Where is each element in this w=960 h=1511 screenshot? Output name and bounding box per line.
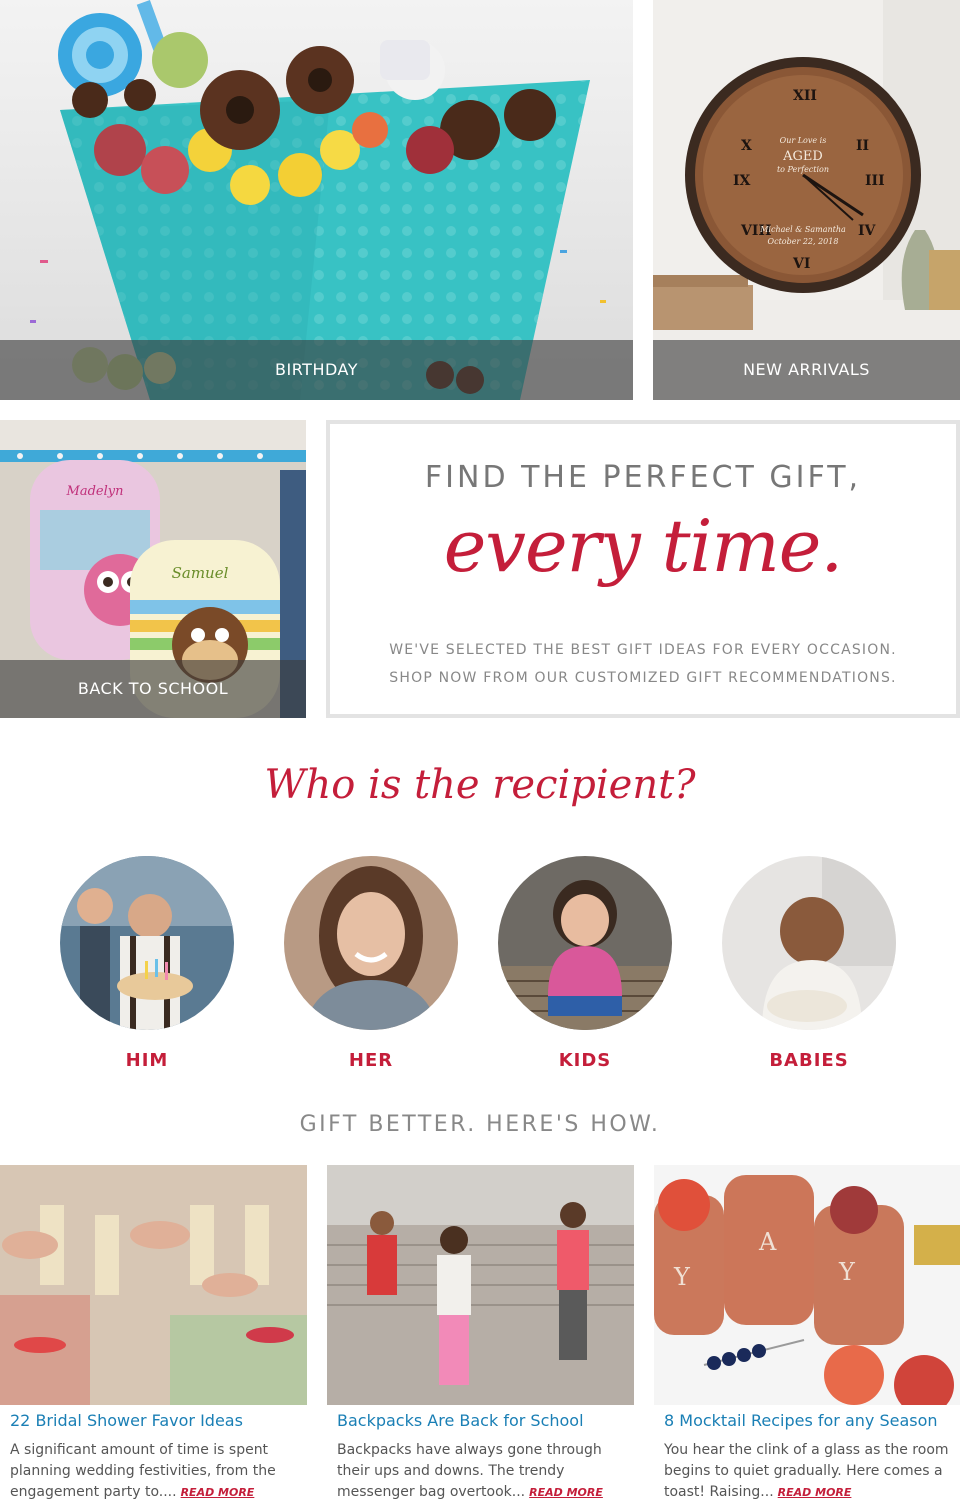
new-arrivals-caption: NEW ARRIVALS — [653, 340, 960, 400]
recipient-kids-label: KIDS — [558, 1050, 612, 1071]
promo-script-tagline: every time. — [443, 504, 844, 588]
recipient-him[interactable]: HIM — [60, 856, 234, 1071]
champagne-toast-image[interactable] — [0, 1165, 307, 1405]
promo-subtext-line1: WE'VE SELECTED THE BEST GIFT IDEAS FOR E… — [389, 642, 897, 658]
birthday-caption: BIRTHDAY — [0, 340, 633, 400]
article-excerpt-mocktails: You hear the clink of a glass as the roo… — [654, 1440, 960, 1503]
article-title-backpacks[interactable]: Backpacks Are Back for School — [327, 1411, 634, 1430]
kids-running-image[interactable] — [327, 1165, 634, 1405]
svg-text:VI: VI — [792, 256, 810, 272]
mocktail-glasses-image[interactable]: A Y Y — [654, 1165, 960, 1405]
clock-engraving-line2: AGED — [782, 149, 823, 164]
article-title-bridal[interactable]: 22 Bridal Shower Favor Ideas — [0, 1411, 307, 1430]
recipient-her-label: HER — [348, 1050, 394, 1071]
clock-engraving-date: October 22, 2018 — [768, 237, 839, 246]
svg-text:III: III — [865, 173, 885, 189]
recipient-babies-label: BABIES — [769, 1050, 849, 1071]
svg-text:A: A — [758, 1228, 777, 1256]
article-card-backpacks: Backpacks Are Back for School Backpacks … — [327, 1165, 634, 1503]
svg-text:Y: Y — [838, 1258, 856, 1286]
recipient-her[interactable]: HER — [284, 856, 458, 1071]
article-card-bridal: 22 Bridal Shower Favor Ideas A significa… — [0, 1165, 307, 1503]
back-to-school-caption: BACK TO SCHOOL — [0, 660, 306, 718]
recipient-babies[interactable]: BABIES — [722, 856, 896, 1071]
svg-text:IX: IX — [733, 173, 751, 189]
svg-text:XII: XII — [793, 88, 817, 104]
article-excerpt-backpacks: Backpacks have always gone through their… — [327, 1440, 634, 1503]
read-more-link[interactable]: READ MORE — [778, 1486, 852, 1499]
recipient-him-label: HIM — [125, 1050, 169, 1071]
gift-tips-section-title: GIFT BETTER. HERE'S HOW. — [299, 1112, 661, 1137]
babies-photo — [722, 856, 896, 1030]
him-photo — [60, 856, 234, 1030]
recipient-section-title: Who is the recipient? — [264, 762, 696, 808]
promo-headline: FIND THE PERFECT GIFT, — [424, 460, 862, 495]
recipient-kids[interactable]: KIDS — [498, 856, 672, 1071]
svg-text:IV: IV — [858, 223, 877, 239]
read-more-link[interactable]: READ MORE — [181, 1486, 255, 1499]
svg-text:Y: Y — [673, 1263, 691, 1291]
svg-text:X: X — [741, 138, 752, 154]
article-excerpt-bridal: A significant amount of time is spent pl… — [0, 1440, 307, 1503]
clock-engraving-names: Michael & Samantha — [759, 225, 846, 234]
backpack-name-first: Madelyn — [66, 484, 124, 499]
svg-text:II: II — [856, 138, 869, 154]
clock-engraving-line1: Our Love is — [780, 136, 827, 145]
new-arrivals-category-tile[interactable]: XII X II IX III VIII IV VI Our Love is AGED t… — [653, 0, 960, 400]
birthday-category-tile[interactable]: BIRTHDAY — [0, 0, 633, 400]
read-more-link[interactable]: READ MORE — [529, 1486, 603, 1499]
article-title-mocktails[interactable]: 8 Mocktail Recipes for any Season — [654, 1411, 960, 1430]
clock-engraving-line3: to Perfection — [777, 165, 829, 174]
her-photo — [284, 856, 458, 1030]
backpack-name-second: Samuel — [172, 564, 229, 582]
article-card-mocktails: A Y Y 8 Mocktail Recipes for any Season … — [654, 1165, 960, 1503]
promo-subtext-line2: SHOP NOW FROM OUR CUSTOMIZED GIFT RECOMM… — [389, 670, 897, 686]
back-to-school-category-tile[interactable]: Madelyn Samuel BACK TO SCHOOL — [0, 420, 306, 718]
perfect-gift-promo-box: FIND THE PERFECT GIFT, every time. WE'VE… — [326, 420, 960, 718]
kids-photo — [498, 856, 672, 1030]
